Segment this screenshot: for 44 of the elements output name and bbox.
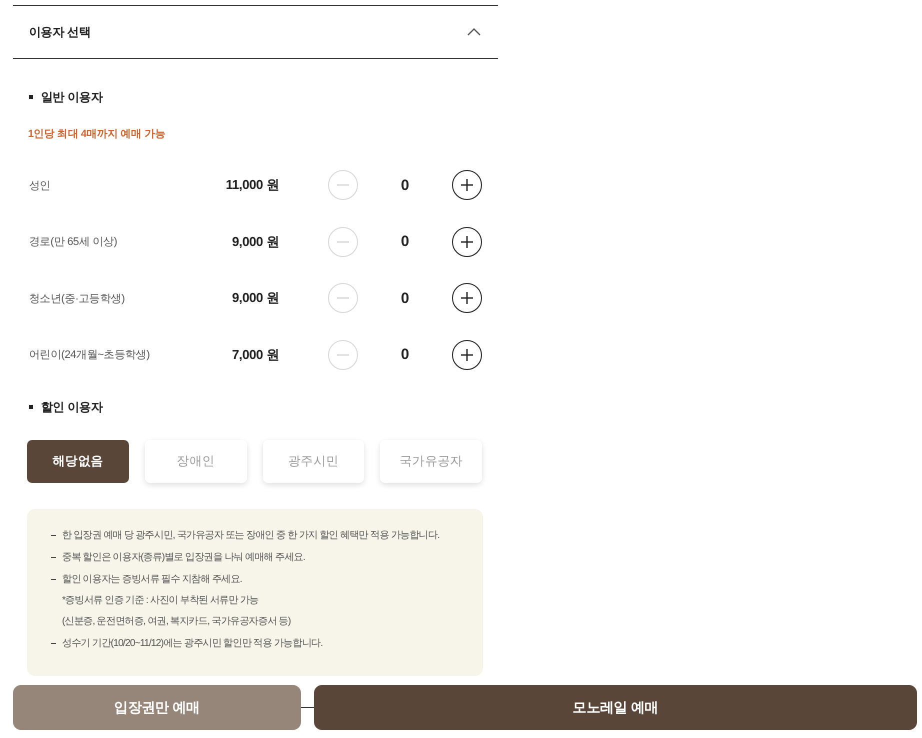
plus-icon xyxy=(461,236,473,248)
dash-icon xyxy=(51,578,56,580)
dash-icon xyxy=(51,556,56,558)
notice-text: 한 입장권 예매 당 광주시민, 국가유공자 또는 장애인 중 한 가지 할인 혜택만 적용 가능합니다. xyxy=(62,529,440,542)
increase-button[interactable] xyxy=(452,170,482,200)
dash-icon xyxy=(51,642,56,644)
plus-icon xyxy=(461,348,473,361)
plus-icon xyxy=(461,292,473,304)
notice-note: *증빙서류 인증 기준 : 사진이 부착된 서류만 가능 xyxy=(62,594,259,608)
ticket-type-label: 어린이(24개월~초등학생) xyxy=(28,348,150,362)
square-bullet-icon xyxy=(29,405,33,409)
ticket-count: 0 xyxy=(400,233,410,250)
notice-text: 성수기 기간(10/20~11/12)에는 광주시민 할인만 적용 가능합니다. xyxy=(62,637,322,650)
dash-icon xyxy=(51,534,56,536)
ticket-price: 11,000 원 xyxy=(226,176,279,194)
ticket-booking-button[interactable]: 입장권만 예매 xyxy=(13,685,301,730)
notice-text: 할인 이용자는 증빙서류 필수 지참해 주세요. xyxy=(62,573,242,586)
notice-text: 중복 할인은 이용자(종류)별로 입장권을 나눠 예매해 주세요. xyxy=(62,551,306,564)
limit-note: 1인당 최대 4매까지 예매 가능 xyxy=(27,127,166,142)
square-bullet-icon xyxy=(29,95,33,99)
discount-option[interactable]: 광주시민 xyxy=(262,440,364,483)
ticket-price: 9,000 원 xyxy=(232,289,279,308)
ticket-type-label: 청소년(중·고등학생) xyxy=(28,292,125,306)
discount-option[interactable]: 국가유공자 xyxy=(380,440,482,483)
ticket-price: 7,000 원 xyxy=(232,346,279,364)
ticket-count: 0 xyxy=(400,346,410,364)
notice-note: (신분증, 운전면허증, 여권, 복지카드, 국가유공자증서 등) xyxy=(62,615,291,629)
section-title: 이용자 선택 xyxy=(29,24,91,40)
increase-button[interactable] xyxy=(452,226,482,257)
ticket-count: 0 xyxy=(400,290,410,307)
discount-option[interactable]: 장애인 xyxy=(144,440,246,483)
group-heading: 할인 이용자 xyxy=(41,398,103,416)
ticket-type-label: 경로(만 65세 이상) xyxy=(28,235,118,250)
plus-icon xyxy=(461,179,473,192)
increase-button[interactable] xyxy=(452,283,482,314)
monorail-booking-button[interactable]: 모노레일 예매 xyxy=(314,685,917,730)
increase-button[interactable] xyxy=(452,340,482,370)
ticket-type-label: 성인 xyxy=(28,178,50,193)
collapse-button[interactable] xyxy=(467,28,481,36)
chevron-up-icon xyxy=(467,28,481,36)
ticket-price: 9,000 원 xyxy=(232,232,279,251)
discount-option[interactable]: 해당없음 xyxy=(27,440,129,483)
group-heading: 일반 이용자 xyxy=(41,88,103,106)
ticket-count: 0 xyxy=(400,176,410,194)
